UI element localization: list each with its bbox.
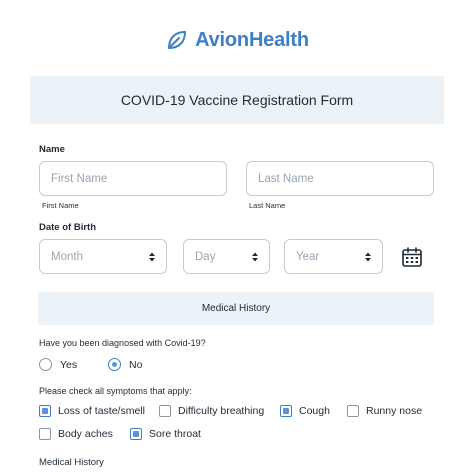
radio-circle[interactable]	[108, 358, 121, 371]
year-select[interactable]: Year	[284, 239, 383, 274]
form-title: COVID-19 Vaccine Registration Form	[120, 92, 354, 108]
updown-arrows-icon	[148, 251, 156, 263]
symptom-cough[interactable]: Cough	[280, 405, 330, 417]
checkbox-label: Loss of taste/smell	[58, 405, 145, 417]
checkbox-label: Body aches	[58, 428, 113, 440]
first-name-input[interactable]: First Name	[39, 161, 227, 196]
radio-yes[interactable]: Yes	[39, 358, 77, 371]
radio-no[interactable]: No	[108, 358, 142, 371]
month-select[interactable]: Month	[39, 239, 167, 274]
radio-no-label: No	[129, 358, 143, 371]
symptom-sore-throat[interactable]: Sore throat	[130, 428, 201, 440]
checkbox[interactable]	[130, 428, 142, 440]
form-header: COVID-19 Vaccine Registration Form	[30, 76, 444, 124]
brand-logo: AvionHealth	[0, 28, 474, 52]
symptom-loss-of-taste[interactable]: Loss of taste/smell	[39, 405, 145, 417]
dob-label: Date of Birth	[39, 222, 96, 233]
symptom-difficulty-breathing[interactable]: Difficulty breathing	[159, 405, 264, 417]
diagnosed-question: Have you been diagnosed with Covid-19?	[39, 338, 206, 348]
symptoms-question: Please check all symptoms that apply:	[39, 386, 192, 396]
last-name-input[interactable]: Last Name	[246, 161, 434, 196]
symptom-runny-nose[interactable]: Runny nose	[347, 405, 422, 417]
month-placeholder: Month	[51, 250, 83, 263]
section-title: Medical History	[201, 303, 271, 314]
checkbox-label: Sore throat	[149, 428, 201, 440]
checkbox[interactable]	[159, 405, 171, 417]
year-placeholder: Year	[296, 250, 320, 263]
checkbox-label: Cough	[299, 405, 330, 417]
day-placeholder: Day	[195, 250, 216, 263]
last-name-sublabel: Last Name	[249, 201, 286, 210]
checkbox[interactable]	[39, 405, 51, 417]
medical-history-section-header: Medical History	[38, 292, 434, 325]
checkbox[interactable]	[39, 428, 51, 440]
checkbox-label: Runny nose	[366, 405, 423, 417]
updown-arrows-icon	[251, 251, 259, 263]
first-name-sublabel: First Name	[42, 201, 79, 210]
checkbox[interactable]	[347, 405, 359, 417]
symptom-body-aches[interactable]: Body aches	[39, 428, 113, 440]
brand-name: AvionHealth	[195, 28, 309, 51]
checkbox[interactable]	[280, 405, 292, 417]
medical-history-label: Medical History	[39, 457, 104, 468]
checkbox-label: Difficulty breathing	[178, 405, 265, 417]
name-label: Name	[39, 144, 65, 155]
radio-yes-label: Yes	[60, 358, 78, 371]
radio-circle[interactable]	[39, 358, 52, 371]
day-select[interactable]: Day	[183, 239, 270, 274]
leaf-icon	[165, 28, 189, 52]
calendar-icon[interactable]	[401, 246, 423, 268]
updown-arrows-icon	[364, 251, 372, 263]
